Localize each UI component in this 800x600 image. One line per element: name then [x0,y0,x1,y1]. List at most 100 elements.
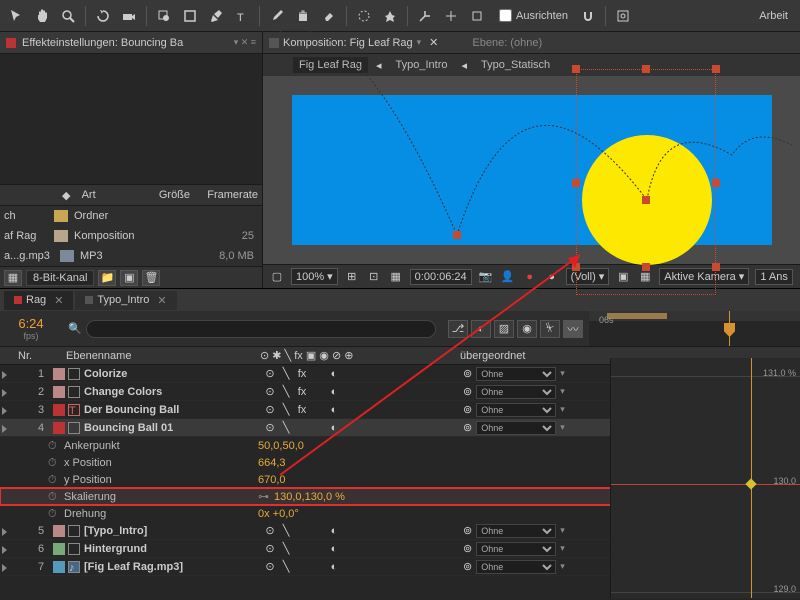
timecode-display[interactable]: 0:00:06:24 [410,269,472,285]
pickwhip-icon[interactable]: ⊚ [463,421,472,434]
layer-switches[interactable]: ⊙╲◐ [263,542,463,555]
panel-menu-icon[interactable]: ▾ ✕ ≡ [234,37,256,48]
playhead[interactable] [729,311,730,346]
effects-panel-header[interactable]: Effekteinstellungen: Bouncing Ba ▾ ✕ ≡ [0,32,262,54]
close-icon[interactable]: ✕ [429,36,438,49]
shape-tool-icon[interactable] [178,4,202,28]
selection-tool-icon[interactable] [4,4,28,28]
world-axis-icon[interactable] [439,4,463,28]
property-value[interactable]: 0x +0,0° [258,508,299,520]
view-axis-icon[interactable] [465,4,489,28]
pickwhip-icon[interactable]: ⊚ [463,403,472,416]
draft3d-icon[interactable]: ◐ [471,320,491,338]
parent-select[interactable]: Ohne [476,560,556,574]
transform-handle[interactable] [642,65,650,73]
project-item[interactable]: af RagKomposition25 [0,226,262,246]
stopwatch-icon[interactable]: ⏱ [48,491,60,503]
mask-toggle-icon[interactable]: ▢ [269,269,285,285]
rotate-tool-icon[interactable] [91,4,115,28]
layer-switches[interactable]: ⊙╲◐ [263,421,463,434]
parent-select[interactable]: Ohne [476,524,556,538]
comp-title[interactable]: Komposition: Fig Leaf Rag [283,37,413,49]
stopwatch-icon[interactable]: ⏱ [48,457,60,469]
clone-tool-icon[interactable] [291,4,315,28]
property-value[interactable]: 670,0 [258,474,286,486]
close-icon[interactable]: ✕ [54,294,63,307]
twirl-icon[interactable] [2,371,7,379]
roto-tool-icon[interactable] [352,4,376,28]
transform-handle[interactable] [572,179,580,187]
pickwhip-icon[interactable]: ⊚ [463,524,472,537]
res-icon[interactable]: ⊞ [344,269,360,285]
twirl-icon[interactable] [2,546,7,554]
time-ruler[interactable]: 06s [589,311,800,346]
transform-handle[interactable] [712,65,720,73]
new-comp-icon[interactable]: ▣ [120,270,138,286]
grid-icon[interactable]: ▦ [388,269,404,285]
twirl-icon[interactable] [2,425,7,433]
close-icon[interactable]: ✕ [157,294,166,307]
stopwatch-icon[interactable]: ⏱ [48,508,60,520]
label-color[interactable] [53,543,65,555]
pickwhip-icon[interactable]: ⊚ [463,385,472,398]
stopwatch-icon[interactable]: ⏱ [48,440,60,452]
stopwatch-icon[interactable]: ⏱ [48,474,60,486]
zoom-select[interactable]: 100% ▾ [291,268,338,285]
twirl-icon[interactable] [2,389,7,397]
transform-handle[interactable] [572,263,580,271]
property-value[interactable]: 130,0,130,0 % [274,491,345,503]
workspace-label[interactable]: Arbeit [751,10,796,22]
composition-viewport[interactable] [263,76,800,264]
layer-name[interactable]: Change Colors [68,386,263,398]
puppet-tool-icon[interactable] [378,4,402,28]
keyframe-handle[interactable] [453,231,461,239]
hand-tool-icon[interactable] [30,4,54,28]
label-color[interactable] [53,422,65,434]
camera-tool-icon[interactable] [117,4,141,28]
current-time[interactable]: 6:24 fps) [0,311,62,346]
property-value[interactable]: 664,3 [258,457,286,469]
transform-handle[interactable] [572,65,580,73]
layer-switches[interactable]: ⊙╲fx◐ [263,367,463,380]
transform-handle[interactable] [642,263,650,271]
project-item[interactable]: a...g.mp3MP38,0 MB [0,246,262,266]
layer-name[interactable]: TDer Bouncing Ball [68,404,263,416]
frame-blend-icon[interactable]: ▨ [494,320,514,338]
bit-depth-button[interactable]: 8-Bit-Kanal [26,270,94,286]
layer-switches[interactable]: ⊙╲◐ [263,560,463,573]
layer-name[interactable]: ♪[Fig Leaf Rag.mp3] [68,561,263,573]
parent-select[interactable]: Ohne [476,403,556,417]
brush-tool-icon[interactable] [265,4,289,28]
transform-handle[interactable] [712,179,720,187]
graph-editor-icon[interactable]: 〰 [563,320,583,338]
local-axis-icon[interactable] [413,4,437,28]
snapshot-icon[interactable]: 📷 [478,269,494,285]
breadcrumb-item[interactable]: Typo_Statisch [475,57,556,73]
twirl-icon[interactable] [2,528,7,536]
label-color[interactable] [53,525,65,537]
label-color[interactable] [53,561,65,573]
layer-name[interactable]: Bouncing Ball 01 [68,422,263,434]
comp-mini-flow-icon[interactable]: ⎇ [448,320,468,338]
snap-icon[interactable] [576,4,600,28]
keyframe-icon[interactable] [745,478,756,489]
property-value[interactable]: 50,0,50,0 [258,440,304,452]
layer-switches[interactable]: ⊙╲◐ [263,524,463,537]
layer-name[interactable]: Hintergrund [68,543,263,555]
graph-editor[interactable]: 131,0 % 130,0 129,0 [610,358,800,598]
pickwhip-icon[interactable]: ⊚ [463,367,472,380]
layer-panel-label[interactable]: Ebene: (ohne) [472,37,542,49]
layer-switches[interactable]: ⊙╲fx◐ [263,385,463,398]
trash-icon[interactable]: 🗑 [142,270,160,286]
layer-name[interactable]: Colorize [68,368,263,380]
anchor-point-handle[interactable] [642,196,650,204]
show-snapshot-icon[interactable]: 👤 [500,269,516,285]
timeline-tab[interactable]: Rag✕ [4,291,73,310]
comp-flow-icon[interactable]: ▦ [4,270,22,286]
breadcrumb-item[interactable]: Typo_Intro [390,57,454,73]
motion-blur-icon[interactable]: ◉ [517,320,537,338]
label-color[interactable] [53,386,65,398]
layer-switches[interactable]: ⊙╲fx◐ [263,403,463,416]
pickwhip-icon[interactable]: ⊚ [463,560,472,573]
align-checkbox[interactable]: Ausrichten [499,9,568,22]
